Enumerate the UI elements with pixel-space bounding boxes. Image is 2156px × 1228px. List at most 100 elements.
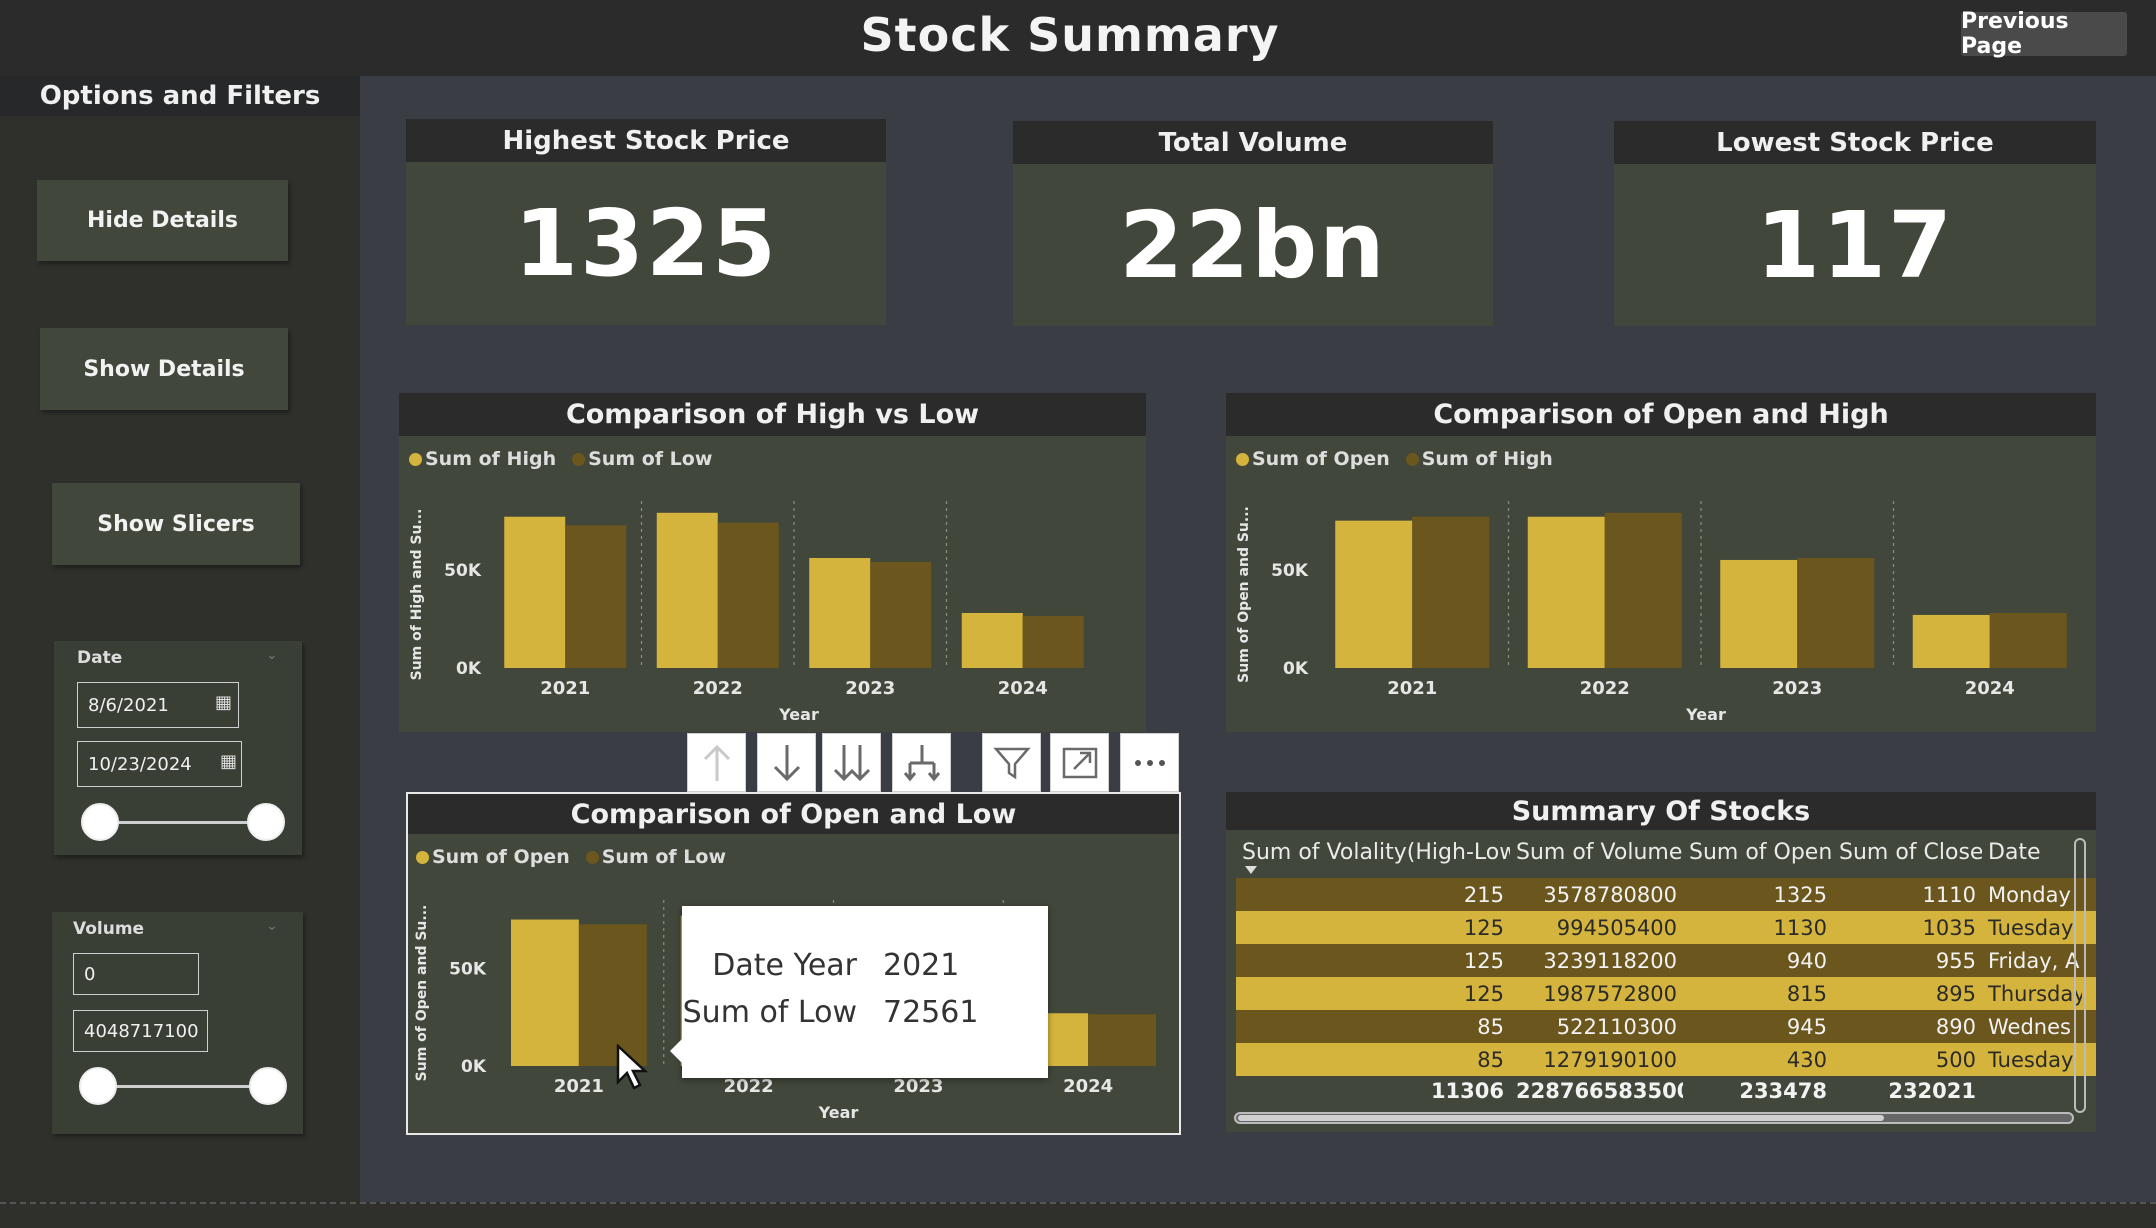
x-tick-label: 2022 — [693, 678, 743, 699]
date-end-value: 10/23/2024 — [88, 753, 192, 775]
hide-details-button[interactable]: Hide Details — [37, 180, 288, 261]
x-tick-label: 2021 — [554, 1076, 604, 1097]
x-tick-label: 2023 — [893, 1076, 943, 1097]
table-cell: Wednes — [1988, 1014, 2071, 1039]
x-axis-label: Year — [818, 1103, 859, 1122]
column-header[interactable]: Sum of Open — [1683, 840, 1833, 865]
bar — [1720, 559, 1798, 668]
total-cell: 232021 — [1888, 1079, 1976, 1103]
table-total-row: 11306 228766583500 233478 232021 — [1236, 1076, 2096, 1106]
column-header[interactable]: Sum of Volality(High-Low) — [1236, 840, 1510, 865]
drill-up-button[interactable] — [687, 733, 746, 792]
table-row[interactable]: 215 3578780800 1325 1110 Monday — [1236, 878, 2096, 911]
table-cell: 1110 — [1922, 882, 1976, 907]
table-cell: 522110300 — [1556, 1014, 1677, 1039]
table-cell: 1987572800 — [1543, 981, 1677, 1006]
kpi-title: Total Volume — [1013, 121, 1493, 164]
table-cell: 1035 — [1922, 915, 1976, 940]
sort-down-icon[interactable] — [1245, 866, 1257, 874]
chart-tooltip: Date Year 2021 Sum of Low 72561 — [670, 906, 1048, 1078]
bar — [656, 512, 718, 668]
date-end-handle[interactable] — [247, 803, 285, 841]
show-slicers-button[interactable]: Show Slicers — [52, 483, 300, 565]
table-row[interactable]: 85 522110300 945 890 Wednes — [1236, 1010, 2096, 1043]
expand-hierarchy-button[interactable] — [892, 733, 951, 792]
chevron-down-icon[interactable]: ⌄ — [266, 918, 278, 934]
filter-button[interactable] — [982, 733, 1041, 792]
x-tick-label: 2024 — [1965, 678, 2015, 699]
volume-max-field[interactable]: 4048717100 — [73, 1010, 208, 1052]
bar — [1527, 516, 1605, 668]
calendar-icon[interactable]: ▦ — [215, 692, 232, 713]
focus-mode-button[interactable] — [1050, 733, 1109, 792]
chart-title: Comparison of Open and High — [1226, 393, 2096, 436]
show-details-button[interactable]: Show Details — [40, 328, 288, 410]
x-tick-label: 2022 — [1580, 678, 1630, 699]
date-end-field[interactable]: 10/23/2024 ▦ — [77, 741, 242, 787]
calendar-icon[interactable]: ▦ — [220, 751, 237, 772]
chart-panel[interactable]: Sum of Open Sum of High 0K 50K Sum of Open… — [1226, 436, 2096, 732]
table-cell: 85 — [1477, 1014, 1504, 1039]
more-options-button[interactable] — [1120, 733, 1179, 792]
table-cell: Friday, A — [1988, 948, 2080, 973]
volume-range-track — [98, 1085, 266, 1088]
table-cell: 125 — [1463, 981, 1504, 1006]
table-cell: Tuesday — [1988, 1047, 2074, 1072]
table-cell: 955 — [1935, 948, 1976, 973]
double-arrow-down-icon — [833, 744, 870, 781]
table-cell: 215 — [1463, 882, 1504, 907]
sidebar-title: Options and Filters — [0, 76, 360, 116]
y-axis-label: Sum of High and Su... — [409, 509, 425, 681]
table-cell: 945 — [1786, 1014, 1827, 1039]
kpi-value: 22bn — [1013, 164, 1493, 326]
table-cell: 815 — [1786, 981, 1827, 1006]
column-header[interactable]: Sum of Close — [1833, 840, 1982, 865]
bar — [1912, 614, 1990, 668]
bar — [510, 919, 579, 1066]
mouse-cursor-icon — [616, 1044, 649, 1090]
y-axis-label: Sum of Open and Su... — [414, 905, 430, 1082]
table-row[interactable]: 125 994505400 1130 1035 Tuesday — [1236, 911, 2096, 944]
table-cell: 3578780800 — [1543, 882, 1677, 907]
go-to-next-level-button[interactable] — [822, 733, 881, 792]
date-slicer-title: Date — [77, 648, 123, 668]
tooltip-value: 2021 — [883, 948, 960, 983]
volume-max-handle[interactable] — [249, 1067, 287, 1105]
date-range-track — [101, 821, 269, 824]
chart-panel[interactable]: Sum of High Sum of Low 0K 50K Sum of High … — [399, 436, 1146, 732]
table-row[interactable]: 125 3239118200 940 955 Friday, A — [1236, 944, 2096, 977]
chevron-down-icon[interactable]: ⌄ — [266, 647, 278, 663]
bar — [961, 612, 1023, 668]
table-cell: 3239118200 — [1543, 948, 1677, 973]
bar — [1412, 516, 1490, 668]
bar — [1088, 1014, 1157, 1066]
previous-page-button[interactable]: Previous Page — [1961, 9, 2127, 59]
volume-slicer: Volume ⌄ 0 4048717100 — [52, 912, 303, 1134]
table-cell: Tuesday — [1988, 915, 2074, 940]
x-tick-label: 2023 — [845, 678, 895, 699]
table-row[interactable]: 125 1987572800 815 895 Thursday — [1236, 977, 2096, 1010]
tooltip-row: Sum of Low 72561 — [682, 995, 979, 1030]
column-header[interactable]: Date — [1982, 840, 2082, 865]
table-cell: 430 — [1786, 1047, 1827, 1072]
vertical-scrollbar[interactable] — [2074, 838, 2086, 1113]
y-tick-label: 0K — [1283, 659, 1309, 679]
horizontal-scrollbar[interactable] — [1234, 1112, 2074, 1124]
volume-min-handle[interactable] — [79, 1067, 117, 1105]
volume-min-field[interactable]: 0 — [73, 953, 199, 995]
bar — [1989, 612, 2067, 668]
page-title: Stock Summary — [860, 8, 1280, 62]
date-start-field[interactable]: 8/6/2021 ▦ — [77, 682, 239, 728]
y-axis-label: Sum of Open and Su... — [1236, 506, 1252, 683]
table-row[interactable]: 85 1279190100 430 500 Tuesday — [1236, 1043, 2096, 1076]
x-tick-label: 2021 — [1387, 678, 1437, 699]
date-start-handle[interactable] — [81, 803, 119, 841]
x-axis-label: Year — [778, 705, 819, 724]
summary-table[interactable]: Sum of Volality(High-Low) Sum of Volume … — [1226, 830, 2096, 1132]
horizontal-scrollbar-thumb[interactable] — [1238, 1115, 1884, 1121]
date-start-value: 8/6/2021 — [88, 694, 169, 716]
drill-down-button[interactable] — [757, 733, 816, 792]
bar — [565, 525, 627, 668]
column-header[interactable]: Sum of Volume — [1510, 840, 1683, 865]
table-cell: 1325 — [1773, 882, 1827, 907]
